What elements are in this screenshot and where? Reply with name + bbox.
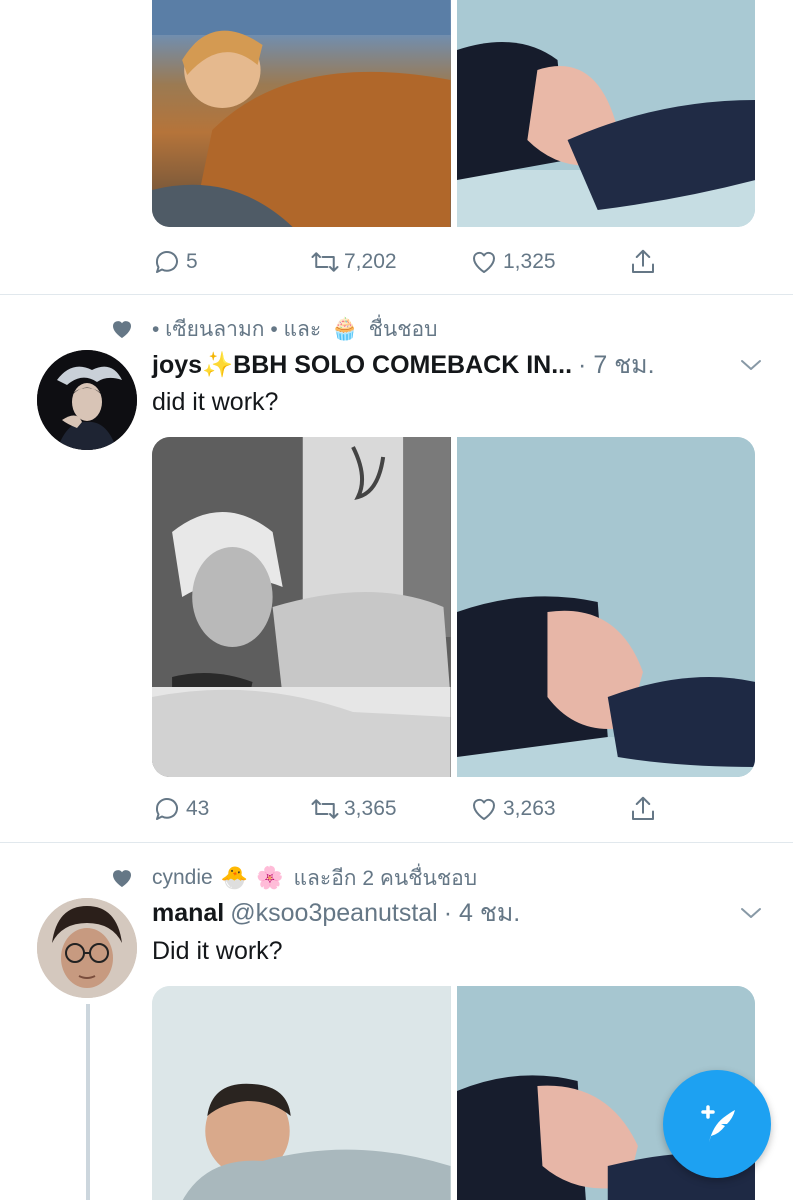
social-context-liked: ชื่นชอบ [368, 317, 438, 341]
tweet2-photo-2[interactable] [456, 437, 755, 777]
heart-icon [472, 798, 496, 820]
like-count: 3,263 [503, 797, 556, 820]
share-icon [632, 249, 654, 273]
hatching-chick-emoji: 🐣 [220, 865, 249, 890]
tweet-divider [0, 294, 793, 295]
tweet2-photo-1[interactable] [152, 437, 451, 777]
author-name[interactable]: joys✨BBH SOLO COMEBACK IN... [152, 351, 572, 380]
tweet2-header: joys✨BBH SOLO COMEBACK IN... · 7 ชม. [152, 347, 763, 383]
tweet-timestamp[interactable]: · 7 ชม. [578, 345, 655, 385]
reply-count: 5 [186, 250, 198, 273]
reply-button[interactable]: 5 [152, 242, 198, 282]
tweet1-photo-2[interactable] [456, 0, 755, 227]
reply-icon [155, 251, 178, 273]
author-handle[interactable]: @ksoo3peanutstal [230, 899, 437, 928]
tweet3-text: Did it work? [152, 937, 283, 965]
thread-connector [86, 1004, 90, 1200]
retweet-count: 7,202 [344, 250, 397, 273]
share-button[interactable] [628, 789, 662, 829]
tweet-timestamp[interactable]: · 4 ชม. [444, 893, 521, 933]
reply-button[interactable]: 43 [152, 789, 209, 829]
social-context-text: • เซียนลามก • และ [152, 317, 322, 341]
chevron-down-icon[interactable] [739, 355, 763, 375]
cherry-blossom-emoji: 🌸 [256, 865, 284, 890]
tweet2-social-context: • เซียนลามก • และ 🧁 ชื่นชอบ [110, 314, 437, 344]
tweet2-avatar[interactable] [37, 350, 137, 450]
compose-tweet-button[interactable] [663, 1070, 771, 1178]
cupcake-emoji: 🧁 [331, 316, 359, 341]
retweet-icon [311, 252, 339, 272]
liked-heart-icon [113, 870, 131, 887]
tweet2-media[interactable] [152, 437, 755, 777]
retweet-icon [311, 799, 339, 819]
tweet1-media[interactable] [152, 0, 755, 227]
retweet-count: 3,365 [344, 797, 397, 820]
tweet3-header: manal @ksoo3peanutstal · 4 ชม. [152, 895, 763, 931]
like-button[interactable]: 3,263 [469, 789, 556, 829]
social-context-liked: และอีก 2 คนชื่นชอบ [293, 866, 478, 890]
tweet1-actions: 5 7,202 1,325 [152, 242, 672, 282]
tweet2-text: did it work? [152, 388, 279, 416]
reply-count: 43 [186, 797, 210, 820]
share-icon [632, 796, 654, 820]
tweet1-photo-1[interactable] [152, 0, 451, 227]
liker-name[interactable]: cyndie [152, 866, 213, 890]
chevron-down-icon[interactable] [739, 903, 763, 923]
like-count: 1,325 [503, 250, 556, 273]
tweet3-social-context: cyndie 🐣 🌸 และอีก 2 คนชื่นชอบ [110, 863, 477, 893]
author-name[interactable]: manal [152, 899, 224, 928]
compose-tweet-icon [701, 1105, 735, 1142]
tweet3-media[interactable] [152, 986, 755, 1200]
heart-icon [472, 251, 496, 273]
like-button[interactable]: 1,325 [469, 242, 556, 282]
tweet-divider [0, 842, 793, 843]
liked-heart-icon [113, 321, 131, 338]
retweet-button[interactable]: 7,202 [310, 242, 397, 282]
timeline-feed: 5 7,202 1,325 • เซียนลามก • และ 🧁 ชื่นชอ… [0, 0, 793, 1200]
tweet2-actions: 43 3,365 3,263 [152, 789, 672, 829]
tweet3-photo-1[interactable] [152, 986, 451, 1200]
share-button[interactable] [628, 242, 662, 282]
reply-icon [155, 798, 178, 820]
tweet3-avatar[interactable] [37, 898, 137, 998]
retweet-button[interactable]: 3,365 [310, 789, 397, 829]
